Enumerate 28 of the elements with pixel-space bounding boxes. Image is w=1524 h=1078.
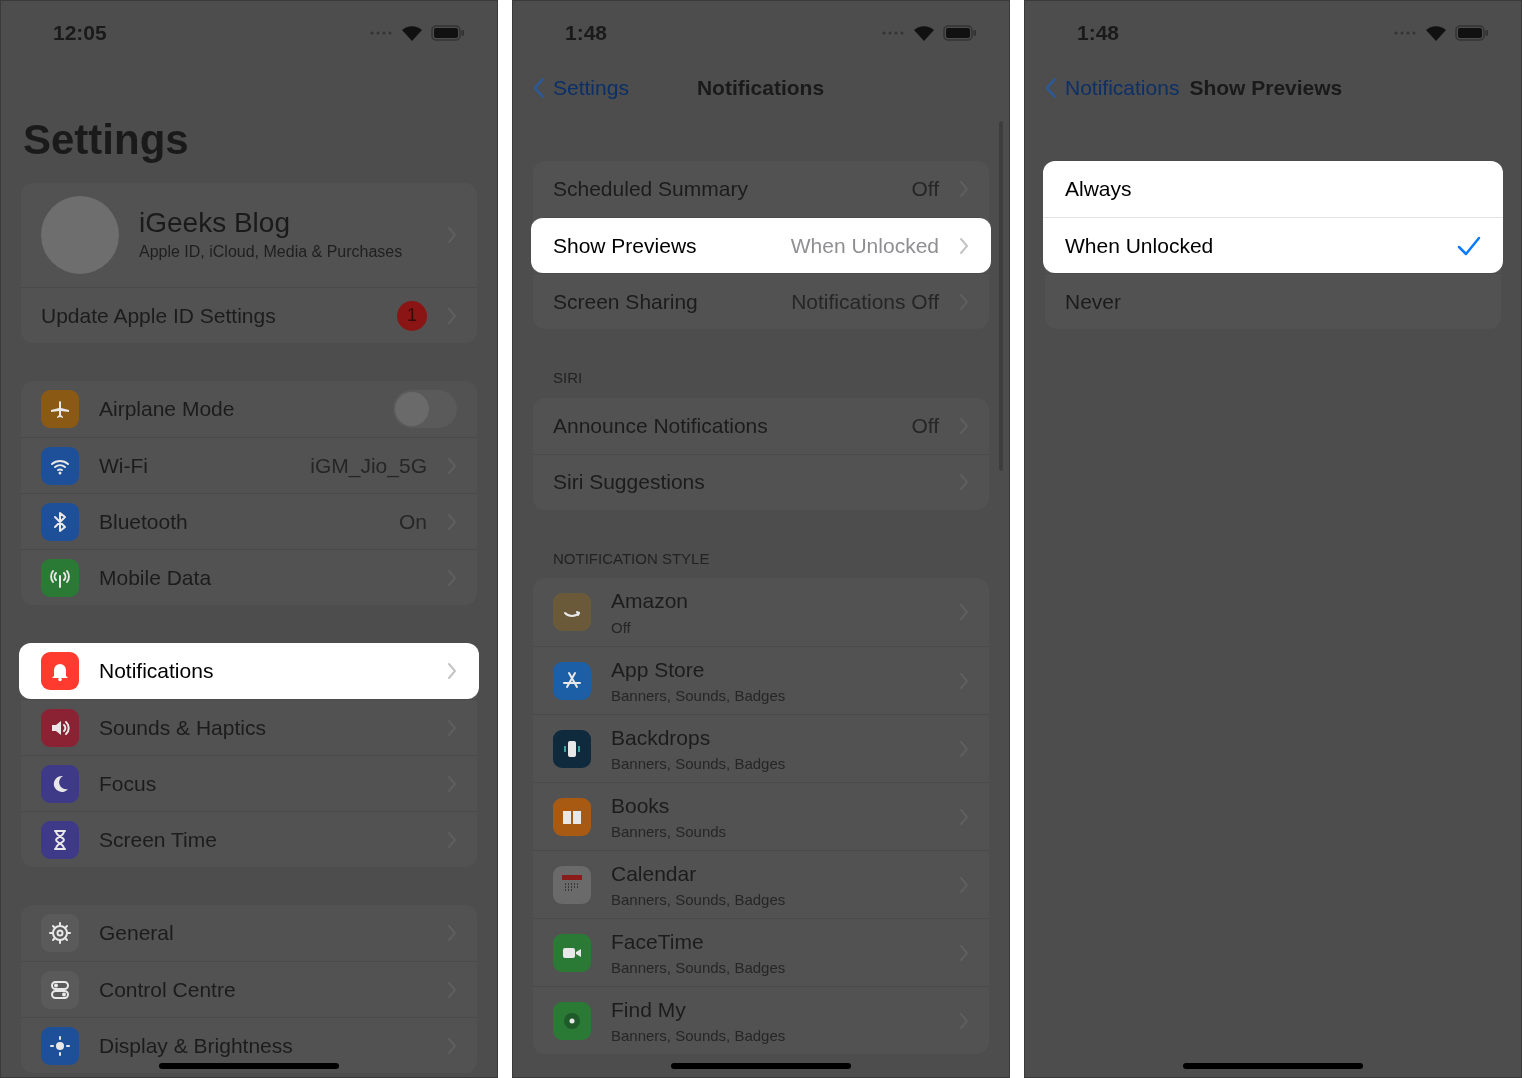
notification-badge: 1 (397, 300, 427, 331)
chevron-icon (447, 662, 457, 680)
row-label: Always (1065, 176, 1133, 203)
row-value: When Unlocked (790, 232, 939, 259)
row-label: Notifications (99, 658, 215, 685)
checkmark-icon (1457, 235, 1481, 256)
signal-icon (1393, 29, 1417, 37)
settings-row[interactable]: Notifications (19, 643, 479, 699)
profile-name: iGeeks Blog (139, 206, 291, 240)
back-chevron-icon (1045, 77, 1057, 99)
settings-row[interactable]: Always (1043, 161, 1503, 217)
row-label: When Unlocked (1065, 232, 1215, 259)
wifi-icon (401, 24, 423, 42)
battery-icon (943, 25, 977, 41)
row-label: Show Previews (553, 232, 698, 259)
wifi-icon (1425, 24, 1447, 42)
settings-row[interactable]: When Unlocked (1043, 217, 1503, 273)
battery-icon (1455, 25, 1489, 41)
settings-row[interactable]: Show Previews When Unlocked (531, 217, 991, 273)
signal-icon (369, 29, 393, 37)
chevron-icon (959, 236, 969, 255)
battery-icon (431, 25, 465, 41)
back-button[interactable]: Notifications (1045, 72, 1180, 104)
back-chevron-icon (533, 77, 545, 99)
toggle-switch[interactable] (393, 390, 457, 428)
back-button[interactable]: Settings (533, 72, 629, 104)
wifi-icon (913, 24, 935, 42)
signal-icon (881, 29, 905, 37)
